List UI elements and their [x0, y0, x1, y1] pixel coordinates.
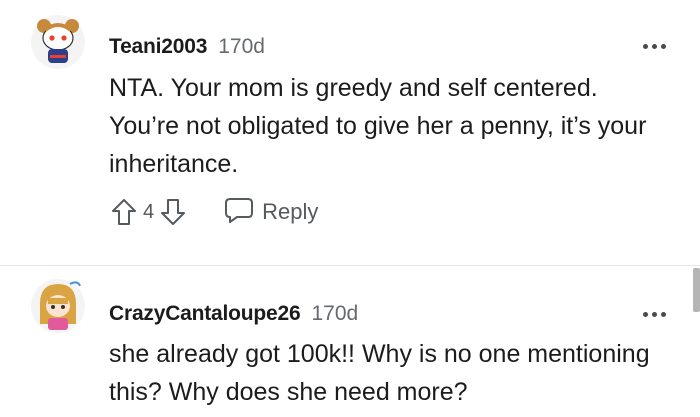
timestamp: 170d [311, 302, 359, 325]
avatar[interactable] [30, 278, 86, 334]
avatar[interactable] [30, 14, 86, 70]
more-options-icon[interactable] [643, 44, 666, 49]
comment-body: she already got 100k!! Why is no one men… [109, 340, 650, 406]
comment-meta: CrazyCantaloupe26 170d [109, 302, 358, 326]
reply-label: Reply [262, 199, 319, 224]
comment-card: Teani2003 170d NTA. Your mom is greedy a… [0, 0, 700, 265]
comment-actions: 4 Reply [109, 193, 318, 231]
username[interactable]: CrazyCantaloupe26 [109, 302, 301, 326]
reply-button[interactable]: Reply [224, 196, 318, 229]
timestamp: 170d [218, 35, 265, 58]
comment-body: NTA. Your mom is greedy and self centere… [109, 74, 647, 178]
username[interactable]: Teani2003 [109, 35, 207, 59]
vote-count: 4 [143, 200, 155, 223]
comment-card: CrazyCantaloupe26 170d she already got 1… [0, 266, 700, 417]
more-options-icon[interactable] [643, 312, 666, 317]
comment-meta: Teani2003 170d [109, 35, 265, 59]
upvote-icon[interactable] [109, 195, 139, 229]
downvote-icon[interactable] [158, 195, 188, 229]
reply-icon [224, 196, 254, 229]
